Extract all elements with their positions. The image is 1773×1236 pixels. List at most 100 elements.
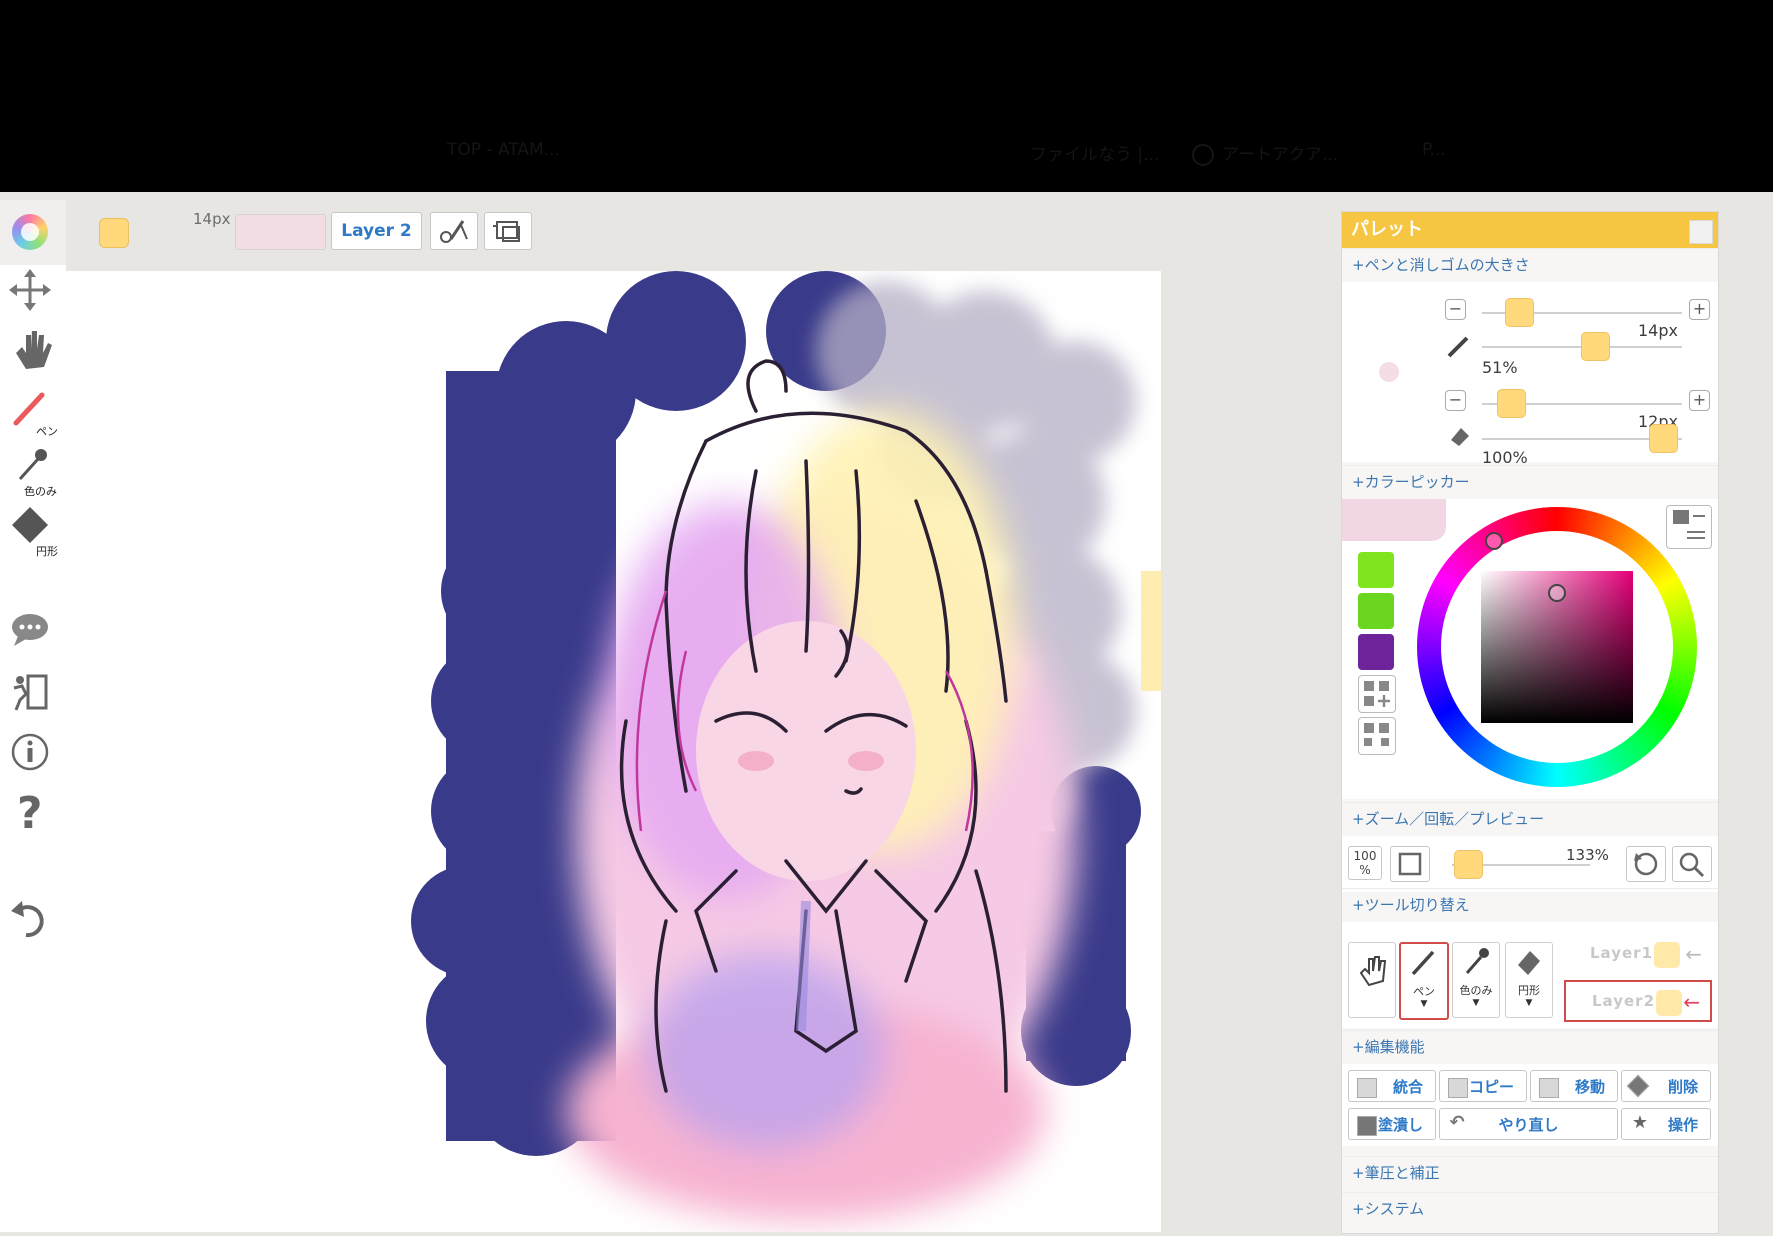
drawing-canvas[interactable]	[66, 271, 1161, 1232]
grid-swap-icon	[1364, 723, 1389, 746]
edit-body: 統合 コピー 移動 削除 塗潰し ↶ やり直し ★ 操作	[1342, 1064, 1718, 1146]
browser-tab-3[interactable]: アートアクア...	[1192, 140, 1338, 166]
move-button[interactable]: 移動	[1530, 1070, 1618, 1102]
move-tool[interactable]	[8, 267, 58, 315]
canvas-transform-button[interactable]	[484, 212, 532, 250]
eraser-size-plus-button[interactable]: +	[1689, 390, 1710, 411]
eraser-tool-label: 円形	[36, 545, 58, 558]
merge-icon	[1357, 1078, 1377, 1098]
eraser-opacity-knob[interactable]	[1649, 424, 1678, 453]
history-swatch-2[interactable]	[1358, 593, 1394, 629]
history-swatch-1[interactable]	[1358, 552, 1394, 588]
copy-button[interactable]: コピー	[1439, 1070, 1527, 1102]
chat-button[interactable]	[8, 610, 58, 658]
hand-tool[interactable]	[8, 327, 58, 375]
color-picker-body	[1342, 499, 1718, 799]
zoom-knob[interactable]	[1454, 850, 1483, 879]
eraser-size-knob[interactable]	[1497, 389, 1526, 418]
switch-dropper-icon	[1465, 948, 1489, 974]
eraser-tool[interactable]: 円形	[8, 505, 58, 558]
redo-arrow-icon: ↶	[1449, 1112, 1465, 1133]
switch-eraser-button[interactable]: 円形 ▼	[1505, 942, 1553, 1018]
layer-1-marker	[1654, 942, 1680, 968]
arrow-left-active-icon: ←	[1683, 990, 1700, 1014]
workspace-margin	[1161, 271, 1341, 1232]
crop-icon	[493, 221, 520, 242]
fit-screen-button[interactable]	[1390, 846, 1430, 882]
pen-size-plus-button[interactable]: +	[1689, 299, 1710, 320]
layer-select-button[interactable]: Layer 2	[331, 212, 422, 250]
zoom-reset-button[interactable]: 100 %	[1348, 846, 1382, 880]
sv-marker[interactable]	[1548, 584, 1566, 602]
layer-row-1[interactable]: Layer1 ←	[1564, 934, 1712, 976]
switch-hand-button[interactable]	[1348, 942, 1396, 1018]
pen-opacity-value: 51%	[1482, 358, 1518, 377]
history-swatch-3[interactable]	[1358, 634, 1394, 670]
question-mark-icon: ?	[17, 788, 43, 839]
palette-header[interactable]: パレット	[1342, 212, 1718, 248]
rotate-button[interactable]	[1626, 846, 1666, 882]
fill-button[interactable]: 塗潰し	[1348, 1108, 1436, 1140]
pen-size-knob[interactable]	[1505, 298, 1534, 327]
section-system[interactable]: +システム	[1342, 1192, 1718, 1224]
brush-gear-icon	[440, 220, 468, 243]
palette-minimize-button[interactable]	[1689, 220, 1713, 244]
merge-button[interactable]: 統合	[1348, 1070, 1436, 1102]
section-tool-switch[interactable]: +ツール切り替え	[1342, 888, 1718, 920]
brush-settings-button[interactable]	[430, 212, 478, 250]
magnifier-icon	[1679, 852, 1705, 878]
speech-bubble-icon	[12, 614, 48, 646]
arrow-left-icon: ←	[1685, 942, 1702, 966]
delete-label: 削除	[1667, 1078, 1698, 1096]
delete-button[interactable]: 削除	[1621, 1070, 1711, 1102]
exit-button[interactable]	[8, 670, 58, 718]
pen-icon	[1447, 336, 1469, 358]
operation-button[interactable]: ★ 操作	[1621, 1108, 1711, 1140]
chevron-down-icon: ▼	[1525, 998, 1533, 1008]
palette-panel: パレット +ペンと消しゴムの大きさ − + 14px 51% − + 12px …	[1341, 211, 1719, 1234]
pen-size-value: 14px	[1638, 321, 1678, 340]
section-color-picker[interactable]: +カラーピッカー	[1342, 465, 1718, 497]
browser-tab-4[interactable]: P...	[1422, 140, 1446, 160]
current-color-swatch[interactable]	[99, 218, 129, 248]
redo-button[interactable]: ↶ やり直し	[1439, 1108, 1618, 1140]
add-swatch-button[interactable]	[1358, 675, 1396, 713]
switch-eraser-icon	[1518, 951, 1540, 975]
artwork	[411, 271, 1161, 1221]
swap-swatch-button[interactable]	[1358, 717, 1396, 755]
picker-mode-icon	[1673, 510, 1705, 539]
switch-pen-button[interactable]: ペン ▼	[1399, 942, 1449, 1020]
zoom-body: 100 % 133%	[1342, 836, 1718, 892]
move-layer-icon	[1539, 1078, 1559, 1098]
preview-button[interactable]	[1672, 846, 1712, 882]
chevron-down-icon: ▼	[1472, 998, 1480, 1008]
switch-dropper-label: 色のみ	[1459, 984, 1493, 997]
fill-label: 塗潰し	[1377, 1116, 1423, 1134]
layer-1-label: Layer1	[1590, 944, 1654, 962]
eraser-icon	[1451, 428, 1469, 446]
help-button[interactable]: ?	[8, 788, 58, 839]
pen-size-minus-button[interactable]: −	[1445, 299, 1466, 320]
section-edit[interactable]: +編集機能	[1342, 1030, 1718, 1062]
hue-marker[interactable]	[1485, 532, 1503, 550]
switch-dropper-button[interactable]: 色のみ ▼	[1452, 942, 1500, 1018]
eraser-diamond-icon	[12, 507, 48, 543]
undo-button[interactable]	[8, 895, 58, 943]
logo-center	[21, 223, 39, 241]
eraser-size-minus-button[interactable]: −	[1445, 390, 1466, 411]
picker-mode-button[interactable]	[1666, 505, 1712, 549]
app-logo[interactable]	[0, 200, 66, 270]
dropper-tool[interactable]: 色のみ	[8, 445, 58, 498]
pen-tool[interactable]: ペン	[8, 385, 58, 438]
section-zoom[interactable]: +ズーム／回転／プレビュー	[1342, 802, 1718, 834]
layer-2-marker	[1656, 990, 1682, 1016]
section-pressure[interactable]: +筆圧と補正	[1342, 1156, 1718, 1188]
browser-tab-2[interactable]: ファイルなう |...	[1030, 140, 1159, 165]
layer-row-2[interactable]: Layer2 ←	[1564, 980, 1712, 1022]
section-pen-eraser-size[interactable]: +ペンと消しゴムの大きさ	[1342, 248, 1718, 280]
pen-opacity-knob[interactable]	[1581, 332, 1610, 361]
browser-tab-1[interactable]: TOP - ATAM...	[447, 140, 560, 160]
layer-2-label: Layer2	[1592, 992, 1656, 1010]
info-button[interactable]	[8, 730, 58, 778]
hue-wheel[interactable]	[1417, 507, 1697, 787]
